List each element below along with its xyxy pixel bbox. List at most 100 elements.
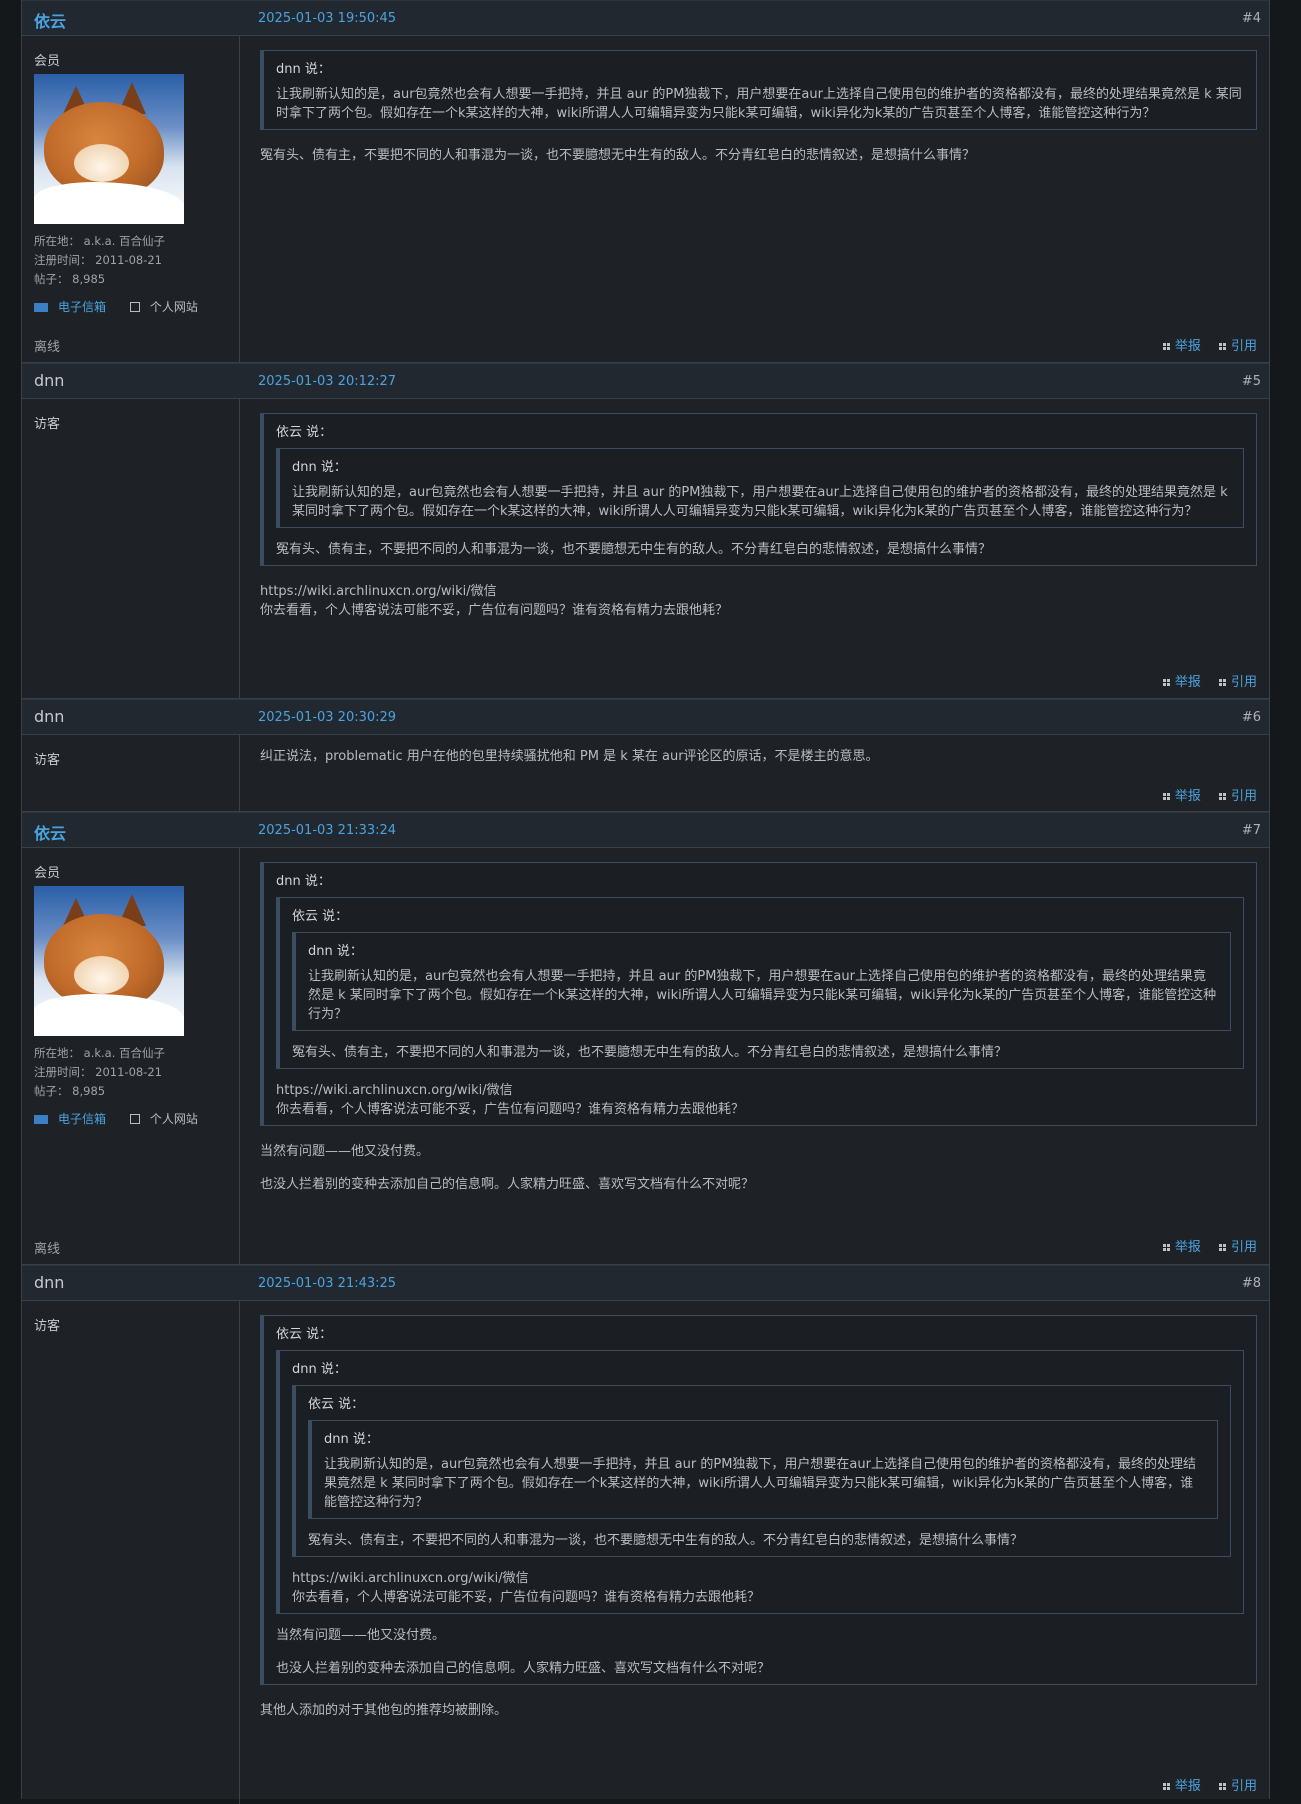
author-name[interactable]: 依云 [34,8,66,32]
quote-author: dnn 说： [308,944,363,959]
user-panel: 会员 所在地： a.k.a. 百合仙子 注册时间： 2011-08-21 帖子：… [22,848,240,1265]
quote-text: 冤有头、债有主，不要把不同的人和事混为一谈，也不要臆想无中生有的敌人。不分青红皂… [308,1533,1024,1548]
post-content: 纠正说法，problematic 用户在他的包里持续骚扰他和 PM 是 k 某在… [240,735,1269,812]
quote-author: 依云 说： [276,1327,333,1342]
post-4: 依云 2025-01-03 19:50:45 #4 会员 所在地： a.k.a.… [22,0,1269,363]
quote-text: 你去看看，个人博客说法可能不妥，广告位有问题吗？谁有资格有精力去跟他耗？ [292,1590,761,1605]
post-number[interactable]: #8 [1242,1276,1261,1291]
post-text: 冤有头、债有主，不要把不同的人和事混为一谈，也不要臆想无中生有的敌人。不分青红皂… [260,148,976,163]
quote-link[interactable]: https://wiki.archlinuxcn.org/wiki/微信 [276,1081,1244,1100]
online-status: 离线 [34,1242,61,1257]
quote-text: 让我刷新认知的是，aur包竟然也会有人想要一手把持，并且 aur 的PM独裁下，… [308,969,1217,1022]
quote-text: 你去看看，个人博客说法可能不妥，广告位有问题吗？谁有资格有精力去跟他耗？ [276,1102,745,1117]
post-header: dnn 2025-01-03 20:30:29 #6 [22,699,1269,735]
grid-icon [1218,793,1226,800]
post-time[interactable]: 2025-01-03 21:43:25 [258,1276,396,1291]
post-content: dnn 说： 让我刷新认知的是，aur包竟然也会有人想要一手把持，并且 aur … [240,36,1269,363]
user-title: 访客 [34,417,61,432]
user-registered: 注册时间： 2011-08-21 [34,1065,162,1079]
quote-text: 让我刷新认知的是，aur包竟然也会有人想要一手把持，并且 aur 的PM独裁下，… [324,1457,1196,1510]
grid-icon [1162,1244,1170,1251]
post-header: 依云 2025-01-03 19:50:45 #4 [22,0,1269,36]
nested-quote-box: 依云 说： dnn 说： 让我刷新认知的是，aur包竟然也会有人想要一手把持，并… [292,1385,1231,1557]
quote-author: 依云 说： [292,909,349,924]
post-content: dnn 说： 依云 说： dnn 说： 让我刷新认知的是，aur包竟然也会有人想… [240,848,1269,1265]
report-button[interactable]: 举报 [1162,675,1201,690]
quote-author: dnn 说： [292,1362,347,1377]
report-button[interactable]: 举报 [1162,1779,1201,1794]
nested-quote-box: dnn 说： 让我刷新认知的是，aur包竟然也会有人想要一手把持，并且 aur … [276,448,1244,528]
quote-text: 也没人拦着别的变种去添加自己的信息啊。人家精力旺盛、喜欢写文档有什么不对呢？ [276,1661,771,1676]
post-8: dnn 2025-01-03 21:43:25 #8 访客 依云 说： dnn … [22,1265,1269,1804]
grid-icon [1218,343,1226,350]
author-name[interactable]: dnn [34,707,64,726]
user-panel: 访客 [22,399,240,699]
post-header: 依云 2025-01-03 21:33:24 #7 [22,812,1269,848]
quote-text: 冤有头、债有主，不要把不同的人和事混为一谈，也不要臆想无中生有的敌人。不分青红皂… [276,542,992,557]
forum-thread: 依云 2025-01-03 19:50:45 #4 会员 所在地： a.k.a.… [21,0,1270,1804]
quote-author: dnn 说： [276,62,331,77]
user-registered: 注册时间： 2011-08-21 [34,253,162,267]
post-actions: 举报 引用 [1149,1236,1257,1255]
post-actions: 举报 引用 [1149,671,1257,690]
post-7: 依云 2025-01-03 21:33:24 #7 会员 所在地： a.k.a.… [22,812,1269,1265]
user-post-count: 帖子： 8,985 [34,272,106,286]
post-time[interactable]: 2025-01-03 20:30:29 [258,710,396,725]
grid-icon [1162,679,1170,686]
post-header: dnn 2025-01-03 21:43:25 #8 [22,1265,1269,1301]
website-link[interactable]: 个人网站 [129,300,208,314]
post-actions: 举报 引用 [1149,1775,1257,1794]
post-6: dnn 2025-01-03 20:30:29 #6 访客 纠正说法，probl… [22,699,1269,812]
quote-link[interactable]: https://wiki.archlinuxcn.org/wiki/微信 [292,1569,1231,1588]
quote-box: dnn 说： 依云 说： dnn 说： 让我刷新认知的是，aur包竟然也会有人想… [260,862,1257,1126]
post-text: 纠正说法，problematic 用户在他的包里持续骚扰他和 PM 是 k 某在… [260,749,879,764]
post-link[interactable]: https://wiki.archlinuxcn.org/wiki/微信 [260,582,1257,601]
mail-icon [34,303,48,312]
user-title: 会员 [34,54,61,69]
mail-icon [34,1115,48,1124]
grid-icon [1218,1783,1226,1790]
post-actions: 举报 引用 [1149,335,1257,354]
post-number[interactable]: #5 [1242,374,1261,389]
email-link[interactable]: 电子信箱 [34,300,116,314]
report-button[interactable]: 举报 [1162,339,1201,354]
user-location: 所在地： a.k.a. 百合仙子 [34,234,166,248]
email-link[interactable]: 电子信箱 [34,1112,116,1126]
author-name[interactable]: 依云 [34,820,66,844]
author-name[interactable]: dnn [34,1273,64,1292]
post-time[interactable]: 2025-01-03 19:50:45 [258,11,396,26]
avatar [34,74,184,224]
quote-button[interactable]: 引用 [1218,1240,1257,1255]
quote-author: dnn 说： [276,874,331,889]
user-panel: 访客 [22,735,240,812]
post-actions: 举报 引用 [1149,785,1257,804]
online-status: 离线 [34,340,61,355]
post-number[interactable]: #6 [1242,710,1261,725]
post-text: 其他人添加的对于其他包的推荐均被删除。 [260,1703,508,1718]
report-button[interactable]: 举报 [1162,789,1201,804]
quote-button[interactable]: 引用 [1218,675,1257,690]
post-time[interactable]: 2025-01-03 20:12:27 [258,374,396,389]
post-text: 当然有问题——他又没付费。 [260,1144,430,1159]
grid-icon [1162,1783,1170,1790]
user-info: 所在地： a.k.a. 百合仙子 注册时间： 2011-08-21 帖子： 8,… [34,1044,165,1101]
quote-button[interactable]: 引用 [1218,339,1257,354]
report-button[interactable]: 举报 [1162,1240,1201,1255]
author-name[interactable]: dnn [34,371,64,390]
quote-author: 依云 说： [276,425,333,440]
quote-button[interactable]: 引用 [1218,1779,1257,1794]
quote-author: dnn 说： [292,460,347,475]
user-title: 访客 [34,753,61,768]
quote-text: 冤有头、债有主，不要把不同的人和事混为一谈，也不要臆想无中生有的敌人。不分青红皂… [292,1045,1008,1060]
quote-button[interactable]: 引用 [1218,789,1257,804]
post-content: 依云 说： dnn 说： 依云 说： dnn 说： 让我刷新认知的是，aur包竟… [240,1301,1269,1804]
post-time[interactable]: 2025-01-03 21:33:24 [258,823,396,838]
avatar [34,886,184,1036]
website-link[interactable]: 个人网站 [129,1112,208,1126]
post-number[interactable]: #4 [1242,11,1261,26]
user-post-count: 帖子： 8,985 [34,1084,106,1098]
user-location: 所在地： a.k.a. 百合仙子 [34,1046,166,1060]
post-number[interactable]: #7 [1242,823,1261,838]
user-info: 所在地： a.k.a. 百合仙子 注册时间： 2011-08-21 帖子： 8,… [34,232,165,289]
nested-quote-box: dnn 说： 依云 说： dnn 说： 让我刷新认知的是，aur包竟然也会有人想… [276,1350,1244,1614]
